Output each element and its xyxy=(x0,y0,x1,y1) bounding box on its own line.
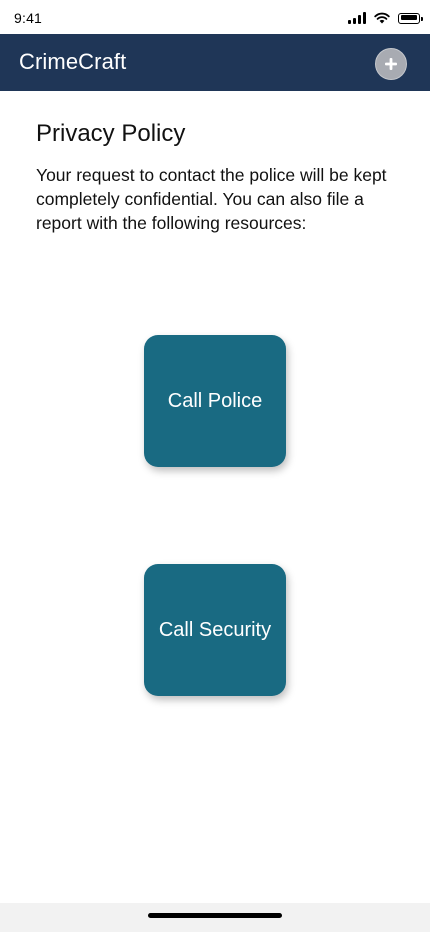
signal-icon xyxy=(348,12,366,24)
home-indicator-area xyxy=(0,903,430,932)
battery-icon xyxy=(398,12,423,24)
call-police-label: Call Police xyxy=(167,389,263,412)
app-header: CrimeCraft xyxy=(0,34,430,91)
add-button[interactable] xyxy=(375,48,407,80)
status-time: 9:41 xyxy=(14,10,43,26)
call-security-button[interactable]: Call Security xyxy=(144,564,286,696)
wifi-icon xyxy=(374,12,390,24)
call-security-label: Call Security xyxy=(158,618,272,641)
plus-icon xyxy=(385,58,397,70)
page-title: Privacy Policy xyxy=(36,120,186,147)
app-title: CrimeCraft xyxy=(19,49,127,74)
status-icons xyxy=(348,10,423,26)
home-indicator[interactable] xyxy=(148,913,282,918)
call-police-button[interactable]: Call Police xyxy=(144,335,286,467)
privacy-description: Your request to contact the police will … xyxy=(36,165,387,233)
status-bar: 9:41 xyxy=(0,0,430,34)
